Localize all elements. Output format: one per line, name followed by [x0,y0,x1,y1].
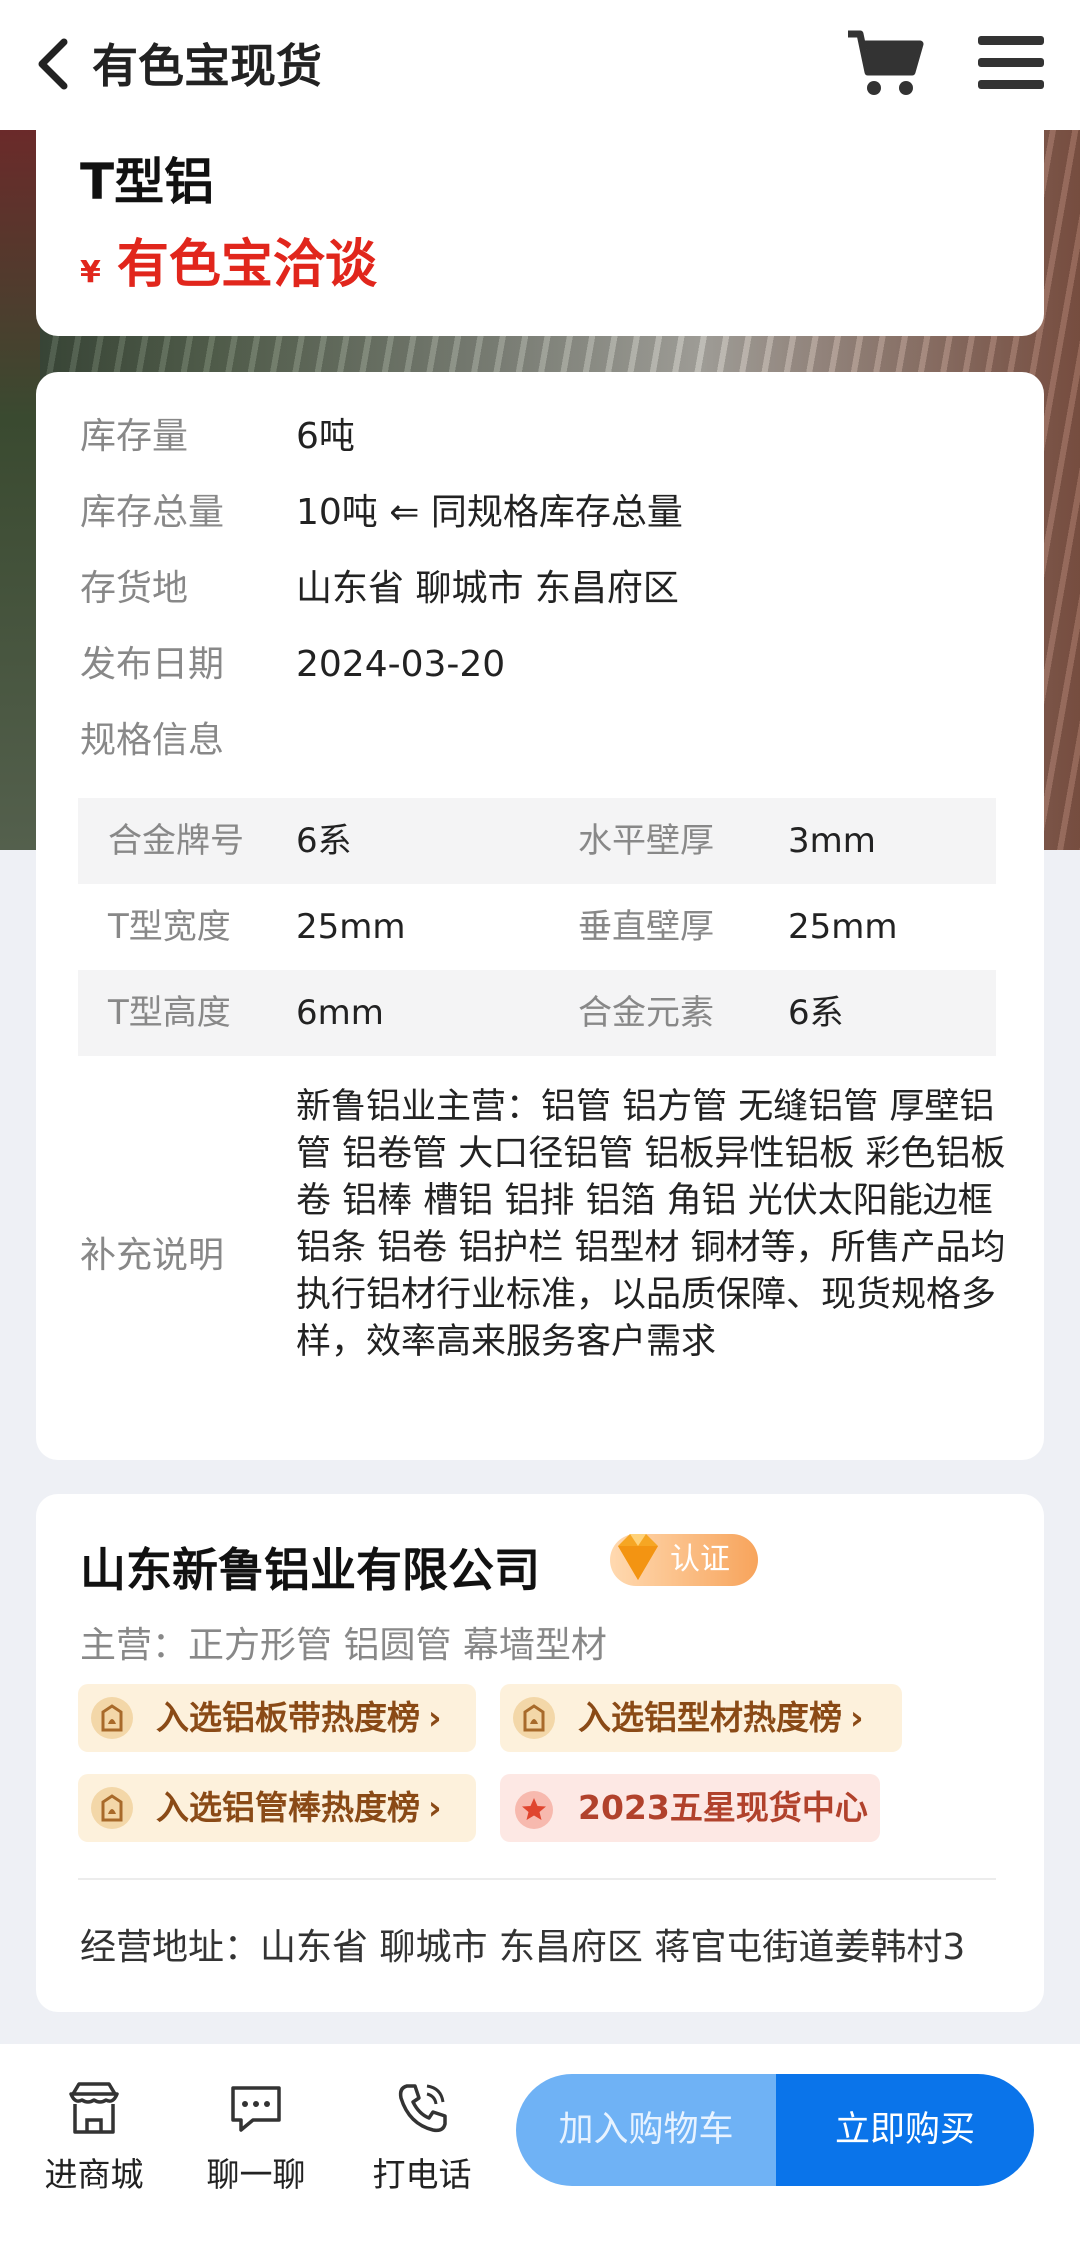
location-value: 山东省 聊城市 东昌府区 [296,568,679,609]
stock-label: 库存量 [80,416,189,457]
spec-key: 合金元素 [578,993,714,1033]
phone-icon [398,2084,447,2133]
spec-row: T型宽度 25mm 垂直壁厚 25mm [78,884,996,970]
cart-icon[interactable] [846,28,926,98]
chevron-right-icon: › [428,1698,442,1737]
product-name: T型铝 [80,153,215,211]
call-label: 打电话 [372,2155,472,2194]
spec-key: T型宽度 [108,907,231,947]
company-name[interactable]: 山东新鲁铝业有限公司 [80,1534,540,1600]
rank-tag-label: 入选铝管棒热度榜 [156,1788,420,1827]
product-title-card: T型铝 ¥ 有色宝洽谈 [36,96,1044,336]
price-text: 有色宝洽谈 [116,235,377,295]
menu-icon[interactable] [978,34,1044,92]
spec-key: T型高度 [108,993,231,1033]
spec-value: 25mm [296,907,406,947]
price-line: ¥ 有色宝洽谈 [80,222,377,297]
hero-image-edge [0,130,40,850]
rank-tag-profile[interactable]: 入选铝型材热度榜 › [500,1684,902,1752]
spec-key: 水平壁厚 [578,821,714,861]
store-icon [69,2082,119,2134]
spec-value: 3mm [788,821,876,861]
date-value: 2024-03-20 [296,644,506,685]
company-card[interactable]: 山东新鲁铝业有限公司 认证 主营：正方形管 铝圆管 幕墙型材 入选铝板带热度榜 ›… [36,1494,1044,2012]
shop-label: 进商城 [44,2155,144,2194]
shop-button[interactable]: 进商城 [34,2080,154,2196]
spec-row: 合金牌号 6系 水平壁厚 3mm [78,798,996,884]
rank-tag-tube[interactable]: 入选铝管棒热度榜 › [78,1774,476,1842]
total-stock-label: 库存总量 [80,492,225,533]
top-nav-bar: 有色宝现货 [0,0,1080,130]
spec-label: 规格信息 [80,720,225,761]
rank-icon [513,1697,555,1739]
note-label: 补充说明 [80,1235,225,1276]
chat-button[interactable]: 聊一聊 [196,2080,316,2196]
back-arrow-icon[interactable] [30,34,76,94]
rank-icon [91,1787,133,1829]
rank-icon [91,1697,133,1739]
spec-table: 合金牌号 6系 水平壁厚 3mm T型宽度 25mm 垂直壁厚 25mm T型高… [78,798,996,1056]
chevron-right-icon: › [428,1788,442,1827]
chat-icon [231,2086,281,2132]
currency-symbol: ¥ [80,255,101,290]
company-address: 经营地址：山东省 聊城市 东昌府区 蒋官屯街道姜韩村3 [80,1927,966,1968]
page-title: 有色宝现货 [92,39,322,93]
diamond-icon [618,1534,658,1580]
spec-key: 垂直壁厚 [578,907,714,947]
five-star-tag[interactable]: 2023五星现货中心 [500,1774,880,1842]
five-star-label: 2023五星现货中心 [578,1788,868,1827]
star-medal-icon [515,1791,553,1829]
main-business: 主营：正方形管 铝圆管 幕墙型材 [80,1625,607,1666]
note-text: 新鲁铝业主营：铝管 铝方管 无缝铝管 厚壁铝管 铝卷管 大口径铝管 铝板异性铝板… [296,1087,1006,1362]
stock-value: 6吨 [296,416,355,457]
spec-value: 6mm [296,993,384,1033]
spec-row: T型高度 6mm 合金元素 6系 [78,970,996,1056]
rank-tag-label: 入选铝型材热度榜 [578,1698,842,1737]
add-to-cart-button[interactable]: 加入购物车 [516,2074,776,2186]
spec-value: 6系 [296,821,352,861]
spec-key: 合金牌号 [108,821,244,861]
date-label: 发布日期 [80,644,225,685]
buy-now-button[interactable]: 立即购买 [776,2074,1034,2186]
location-label: 存货地 [80,568,189,609]
call-button[interactable]: 打电话 [362,2080,482,2196]
certified-badge: 认证 [610,1534,758,1586]
rank-tag-label: 入选铝板带热度榜 [156,1698,420,1737]
certified-label: 认证 [670,1542,730,1577]
divider [78,1878,996,1880]
spec-value: 25mm [788,907,898,947]
rank-tag-plate[interactable]: 入选铝板带热度榜 › [78,1684,476,1752]
chevron-right-icon: › [850,1698,864,1737]
spec-value: 6系 [788,993,844,1033]
bottom-action-bar: 进商城 聊一聊 打电话 加入购物车 立即购买 [0,2044,1080,2260]
chat-label: 聊一聊 [206,2155,306,2194]
total-stock-value: 10吨 ⇐ 同规格库存总量 [296,492,683,533]
product-info-card: 库存量 6吨 库存总量 10吨 ⇐ 同规格库存总量 存货地 山东省 聊城市 东昌… [36,372,1044,1460]
